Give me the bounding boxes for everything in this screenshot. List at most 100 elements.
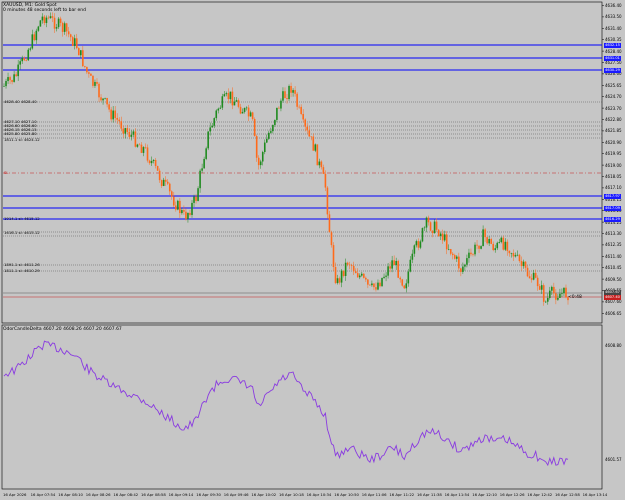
candle-body (191, 202, 193, 215)
level-label: 1811.1 sl: 4610.29 (4, 268, 40, 273)
candle-body (122, 128, 125, 134)
candle-body (257, 157, 260, 166)
time-axis-label: 16 Apr 08:58 (141, 492, 166, 497)
candle-body (88, 72, 90, 74)
candle-body (31, 34, 34, 49)
chart-window[interactable]: XAUUSD, M1: Gold Spot 0 minutes 48 secon… (0, 0, 625, 500)
time-axis-label: 16 Apr 08:10 (58, 492, 83, 497)
candle-body (512, 253, 515, 257)
candle-body (419, 241, 422, 248)
time-axis-label: 16 Apr 08:42 (113, 492, 139, 497)
candle-body (322, 167, 325, 174)
candle-body (23, 57, 26, 61)
time-axis-label: 16 Apr 07:54 (30, 492, 56, 497)
candle-body (164, 179, 167, 182)
candle-body (354, 271, 357, 274)
candle-body (544, 301, 547, 303)
price-tag: 4616.29 (604, 217, 621, 222)
candle-body (506, 241, 509, 251)
candle-body (84, 66, 86, 67)
candle-body (298, 106, 300, 108)
price-axis-label: 4625.65 (605, 82, 622, 88)
candle-body (504, 241, 507, 250)
candle-body (480, 246, 482, 249)
candle-body (524, 261, 527, 268)
candle-body (185, 211, 187, 220)
candle-body (148, 160, 151, 164)
candle-body (247, 107, 250, 117)
candle-body (233, 101, 236, 106)
candle-body (522, 261, 525, 267)
candle-body (431, 230, 434, 234)
candle-body (104, 97, 106, 99)
candle-body (152, 159, 155, 161)
candle-body (227, 93, 230, 100)
candle-body (282, 91, 284, 101)
candle-body (324, 173, 327, 188)
candle-body (280, 100, 282, 109)
candle-body (379, 282, 381, 287)
candle-body (395, 260, 397, 266)
candle-body (363, 273, 365, 278)
price-tag: 4607.40 (604, 295, 621, 300)
candle-body (128, 131, 131, 137)
candle-body (13, 74, 15, 82)
candle-body (348, 264, 351, 266)
candle-body (381, 277, 383, 287)
candle-body (413, 245, 416, 254)
candle-body (561, 293, 563, 294)
candle-body (203, 158, 205, 169)
candle-body (399, 277, 402, 280)
candle-body (534, 272, 537, 278)
time-axis-label: 16 Apr 12:58 (555, 492, 580, 497)
price-chart[interactable] (0, 0, 625, 500)
candlestick-series (3, 12, 569, 306)
candle-body (5, 81, 7, 87)
candle-body (98, 83, 100, 98)
candle-body (96, 81, 98, 84)
time-axis-label: 16 Apr 12:42 (527, 492, 553, 497)
candle-body (193, 196, 195, 203)
candle-body (189, 212, 191, 215)
candle-body (472, 254, 474, 255)
candle-body (494, 248, 497, 251)
level-label: 1811.1 sl: 4624.12 (4, 137, 40, 142)
candle-body (108, 104, 110, 110)
candle-body (75, 38, 78, 49)
candle-body (296, 93, 298, 107)
candle-body (538, 286, 541, 290)
candle-body (441, 233, 444, 241)
candle-body (49, 16, 52, 19)
indicator-axis-max: 4608.80 (605, 343, 622, 348)
candle-body (526, 267, 529, 277)
candle-body (67, 31, 70, 35)
candle-body (478, 245, 480, 249)
candle-body (71, 37, 74, 46)
candle-body (405, 283, 408, 289)
time-axis-label: 16 Apr 10:02 (251, 492, 277, 497)
candle-body (429, 222, 432, 231)
candle-body (439, 233, 442, 237)
candle-body (486, 237, 488, 244)
time-axis-label: 16 Apr 10:34 (306, 492, 332, 497)
candle-body (116, 118, 119, 120)
candle-body (201, 168, 203, 171)
candle-body (35, 30, 38, 41)
price-axis-label: 4609.50 (605, 276, 622, 282)
price-axis-label: 4621.85 (605, 128, 622, 134)
bar-timer: <0:48 (568, 295, 582, 300)
time-axis-label: 16 Apr 11:06 (361, 492, 387, 497)
candle-body (468, 252, 470, 259)
price-axis-label: 4636.40 (605, 3, 622, 8)
candle-delta-line (3, 340, 569, 467)
candle-body (263, 142, 266, 153)
level-label: 1914.1 sl: 4615.12 (4, 216, 40, 221)
candle-body (397, 260, 399, 278)
candle-body (166, 181, 169, 184)
candle-body (29, 48, 32, 50)
candle-body (565, 287, 567, 298)
candle-body (389, 266, 391, 269)
candle-body (138, 144, 141, 146)
candle-body (162, 179, 165, 186)
time-axis-label: 16 Apr 11:38 (417, 492, 442, 497)
